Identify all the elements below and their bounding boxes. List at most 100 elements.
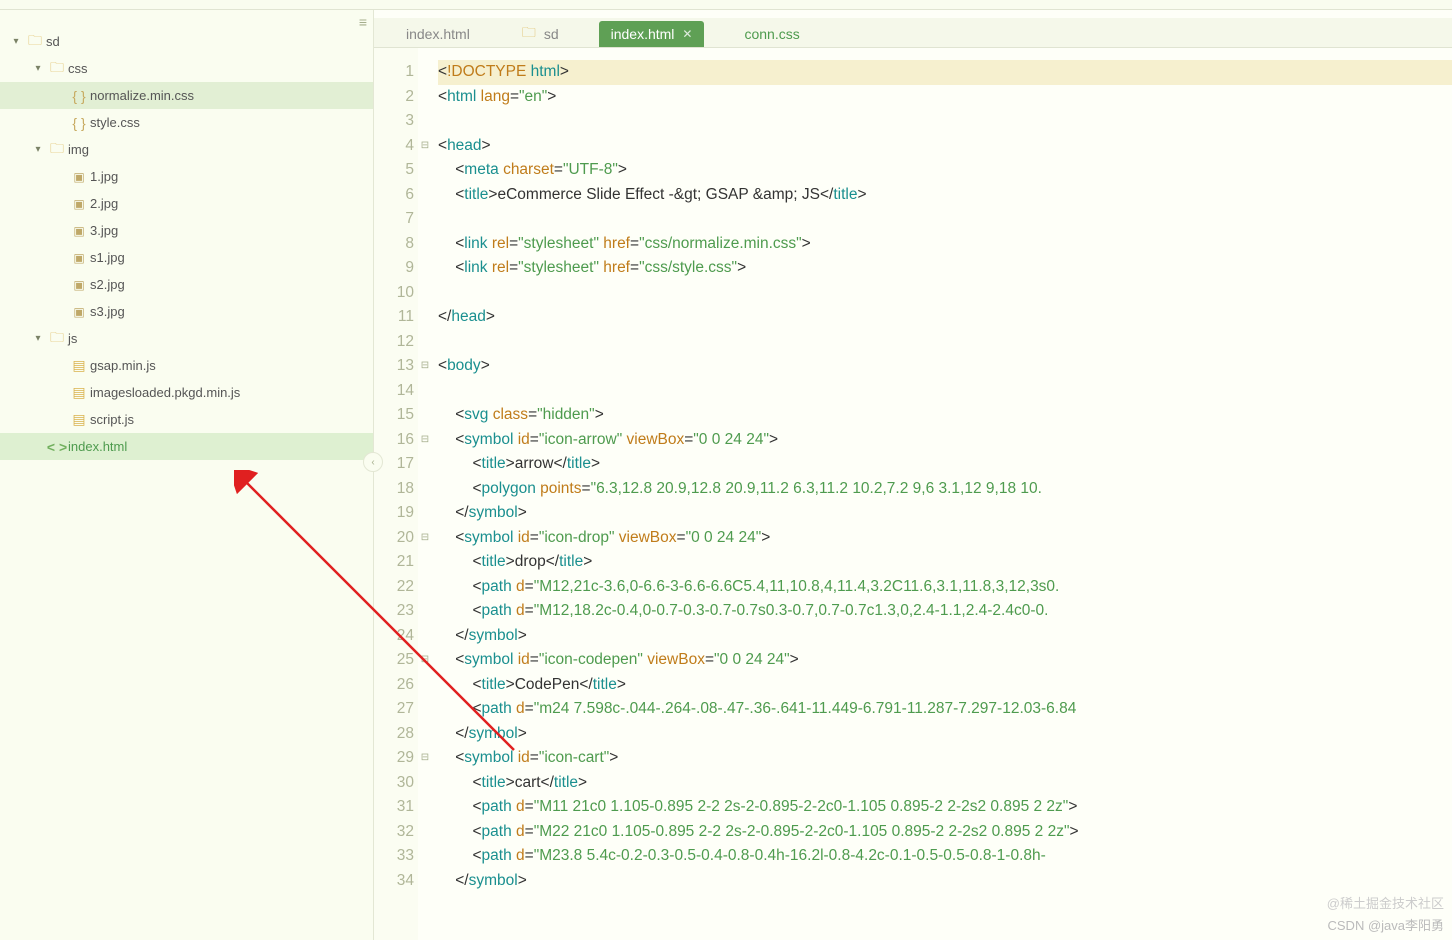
fold-marker[interactable]: ⊟	[418, 354, 432, 379]
code-line[interactable]: </symbol>	[438, 869, 1452, 894]
tree-item-s1-jpg[interactable]: ▣s1.jpg	[0, 244, 373, 271]
tree-item-s2-jpg[interactable]: ▣s2.jpg	[0, 271, 373, 298]
code-line[interactable]: <title>cart</title>	[438, 771, 1452, 796]
js-icon: ▤	[68, 384, 90, 401]
fold-marker[interactable]: ⊟	[418, 526, 432, 551]
sidebar-menu-icon[interactable]: ≡	[359, 14, 367, 30]
tree-item-label: style.css	[90, 115, 140, 130]
fold-marker	[418, 109, 432, 134]
file-tree-sidebar: ≡ ▾ 🗀 sd ▾🗀css{ }normalize.min.css{ }sty…	[0, 10, 374, 940]
fold-marker	[418, 771, 432, 796]
tree-item-1-jpg[interactable]: ▣1.jpg	[0, 163, 373, 190]
tree-item-s3-jpg[interactable]: ▣s3.jpg	[0, 298, 373, 325]
code-line[interactable]: <meta charset="UTF-8">	[438, 158, 1452, 183]
fold-marker	[418, 158, 432, 183]
fold-marker	[418, 207, 432, 232]
tree-item-imagesloaded-pkgd-min-js[interactable]: ▤imagesloaded.pkgd.min.js	[0, 379, 373, 406]
code-line[interactable]: <symbol id="icon-codepen" viewBox="0 0 2…	[438, 648, 1452, 673]
code-line[interactable]: <path d="M12,18.2c-0.4,0-0.7-0.3-0.7-0.7…	[438, 599, 1452, 624]
code-line[interactable]: <link rel="stylesheet" href="css/normali…	[438, 232, 1452, 257]
code-line[interactable]: <symbol id="icon-cart">	[438, 746, 1452, 771]
fold-marker	[418, 452, 432, 477]
code-line[interactable]: <!DOCTYPE html>	[438, 60, 1452, 85]
code-line[interactable]: </symbol>	[438, 624, 1452, 649]
code-line[interactable]: <symbol id="icon-arrow" viewBox="0 0 24 …	[438, 428, 1452, 453]
tree-item-js[interactable]: ▾🗀js	[0, 325, 373, 352]
code-line[interactable]: <polygon points="6.3,12.8 20.9,12.8 20.9…	[438, 477, 1452, 502]
code-line[interactable]: <link rel="stylesheet" href="css/style.c…	[438, 256, 1452, 281]
fold-marker	[418, 673, 432, 698]
tree-item-label: img	[68, 142, 89, 157]
tab-label: index.html	[406, 26, 470, 42]
fold-marker[interactable]: ⊟	[418, 134, 432, 159]
fold-marker	[418, 599, 432, 624]
code-line[interactable]: <path d="M22 21c0 1.105-0.895 2-2 2s-2-0…	[438, 820, 1452, 845]
tree-item-style-css[interactable]: { }style.css	[0, 109, 373, 136]
close-icon[interactable]: ✕	[682, 27, 692, 41]
fold-marker[interactable]: ⊟	[418, 746, 432, 771]
code-line[interactable]: </symbol>	[438, 722, 1452, 747]
img-icon: ▣	[68, 251, 90, 265]
code-line[interactable]: </head>	[438, 305, 1452, 330]
code-line[interactable]: <body>	[438, 354, 1452, 379]
tree-item-gsap-min-js[interactable]: ▤gsap.min.js	[0, 352, 373, 379]
js-icon: ▤	[68, 411, 90, 428]
code-line[interactable]: <svg class="hidden">	[438, 403, 1452, 428]
tab-index-active[interactable]: index.html ✕	[599, 21, 705, 47]
code-line[interactable]: <head>	[438, 134, 1452, 159]
code-editor[interactable]: 1234567891011121314151617181920212223242…	[374, 48, 1452, 940]
code-line[interactable]: <title>arrow</title>	[438, 452, 1452, 477]
tab-folder[interactable]: 🗀 sd	[510, 21, 571, 47]
code-line[interactable]	[438, 281, 1452, 306]
code-line[interactable]	[438, 207, 1452, 232]
code-content[interactable]: <!DOCTYPE html><html lang="en"> <head> <…	[432, 48, 1452, 940]
tree-root-folder[interactable]: ▾ 🗀 sd	[0, 28, 373, 55]
code-line[interactable]	[438, 109, 1452, 134]
fold-marker	[418, 305, 432, 330]
tree-item-label: index.html	[68, 439, 127, 454]
line-gutter: 1234567891011121314151617181920212223242…	[374, 48, 418, 940]
editor-pane: index.html 🗀 sd index.html ✕ conn.css 12…	[374, 10, 1452, 940]
fold-marker	[418, 550, 432, 575]
tree-item-index-html[interactable]: < >index.html	[0, 433, 373, 460]
folder-icon: 🗀	[522, 22, 536, 46]
code-line[interactable]: <symbol id="icon-drop" viewBox="0 0 24 2…	[438, 526, 1452, 551]
fold-marker	[418, 85, 432, 110]
folder-icon: 🗀	[46, 57, 68, 81]
tree-item-normalize-min-css[interactable]: { }normalize.min.css	[0, 82, 373, 109]
fold-column: ⊟ ⊟ ⊟ ⊟ ⊟ ⊟	[418, 48, 432, 940]
fold-marker[interactable]: ⊟	[418, 428, 432, 453]
code-line[interactable]	[438, 379, 1452, 404]
sidebar-collapse-handle[interactable]: ‹	[363, 452, 383, 472]
tree-item-2-jpg[interactable]: ▣2.jpg	[0, 190, 373, 217]
code-line[interactable]: <title>drop</title>	[438, 550, 1452, 575]
tree-item-label: css	[68, 61, 88, 76]
code-line[interactable]: <path d="m24 7.598c-.044-.264-.08-.47-.3…	[438, 697, 1452, 722]
code-line[interactable]: <title>CodePen</title>	[438, 673, 1452, 698]
tree-item-label: s2.jpg	[90, 277, 125, 292]
code-line[interactable]: </symbol>	[438, 501, 1452, 526]
fold-marker	[418, 844, 432, 869]
code-line[interactable]: <path d="M12,21c-3.6,0-6.6-3-6.6-6.6C5.4…	[438, 575, 1452, 600]
code-line[interactable]	[438, 330, 1452, 355]
fold-marker	[418, 722, 432, 747]
code-line[interactable]: <title>eCommerce Slide Effect -&gt; GSAP…	[438, 183, 1452, 208]
fold-marker[interactable]: ⊟	[418, 648, 432, 673]
tree-item-3-jpg[interactable]: ▣3.jpg	[0, 217, 373, 244]
tab-conn-css[interactable]: conn.css	[732, 21, 811, 47]
code-line[interactable]: <path d="M11 21c0 1.105-0.895 2-2 2s-2-0…	[438, 795, 1452, 820]
fold-marker	[418, 256, 432, 281]
code-line[interactable]: <html lang="en">	[438, 85, 1452, 110]
css-icon: { }	[68, 115, 90, 131]
chevron-down-icon: ▾	[8, 36, 24, 47]
tree-item-label: s1.jpg	[90, 250, 125, 265]
code-line[interactable]: <path d="M23.8 5.4c-0.2-0.3-0.5-0.4-0.8-…	[438, 844, 1452, 869]
fold-marker	[418, 795, 432, 820]
tab-index-path[interactable]: index.html	[394, 21, 482, 47]
tree-item-css[interactable]: ▾🗀css	[0, 55, 373, 82]
tree-item-img[interactable]: ▾🗀img	[0, 136, 373, 163]
img-icon: ▣	[68, 305, 90, 319]
tree-item-script-js[interactable]: ▤script.js	[0, 406, 373, 433]
fold-marker	[418, 330, 432, 355]
html-icon: < >	[46, 439, 68, 455]
